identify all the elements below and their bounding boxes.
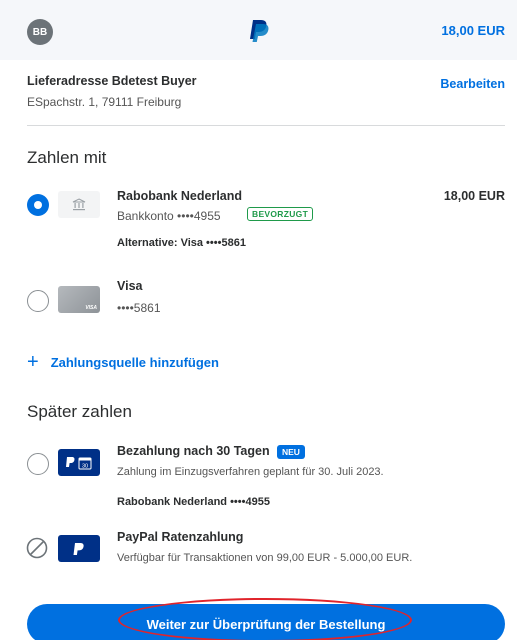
pay-later-name-30-days: Bezahlung nach 30 Tagen (117, 444, 270, 458)
preferred-badge: BEVORZUGT (247, 207, 314, 221)
disabled-icon (26, 537, 48, 559)
continue-to-review-button[interactable]: Weiter zur Überprüfung der Bestellung (27, 604, 505, 640)
add-payment-source-label: Zahlungsquelle hinzufügen (50, 354, 219, 370)
edit-address-link[interactable]: Bearbeiten (440, 77, 505, 91)
pay-with-heading: Zahlen mit (27, 148, 107, 167)
method-detail-rabobank: Bankkonto ••••4955 (117, 209, 221, 223)
header-bar: BB 18,00 EUR (0, 0, 517, 60)
method-amount: 18,00 EUR (443, 189, 505, 203)
pay-later-source: Rabobank Nederland ••••4955 (117, 496, 270, 508)
pay-later-detail-30-days: Zahlung im Einzugsverfahren geplant für … (117, 466, 384, 478)
continue-to-review-label: Weiter zur Überprüfung der Bestellung (146, 616, 386, 632)
add-payment-source-link[interactable]: + Zahlungsquelle hinzufügen (27, 352, 219, 372)
paypal-glyph (73, 542, 84, 555)
radio-rabobank[interactable] (27, 194, 49, 216)
card-brand-label: VISA (85, 305, 97, 311)
paypal-icon (58, 535, 100, 562)
radio-visa[interactable] (27, 290, 49, 312)
card-icon: VISA (58, 286, 100, 313)
svg-text:30: 30 (82, 463, 88, 469)
method-detail-visa: ••••5861 (117, 301, 161, 315)
method-name-rabobank: Rabobank Nederland (117, 189, 243, 203)
pay-later-heading: Später zahlen (27, 402, 132, 421)
bank-icon (58, 191, 100, 218)
paypal-logo-icon (250, 20, 269, 42)
new-badge: NEU (277, 445, 305, 459)
radio-pay-in-30-days[interactable] (27, 453, 49, 475)
plus-icon: + (27, 351, 39, 373)
shipping-address-line: ESpachstr. 1, 79111 Freiburg (27, 95, 182, 109)
paypal-calendar-icon: 30 (58, 449, 100, 476)
order-total[interactable]: 18,00 EUR (441, 23, 505, 38)
pay-later-detail-installments: Verfügbar für Transaktionen von 99,00 EU… (117, 552, 413, 564)
avatar[interactable]: BB (27, 19, 53, 45)
paypal-calendar-glyph: 30 (66, 456, 92, 469)
shipping-address-title: Lieferadresse Bdetest Buyer (27, 74, 197, 88)
method-name-visa: Visa (117, 279, 143, 293)
bank-building-icon (72, 198, 86, 211)
alternative-funding: Alternative: Visa ••••5861 (117, 237, 246, 249)
divider (27, 125, 505, 126)
pay-later-name-installments: PayPal Ratenzahlung (117, 530, 244, 544)
